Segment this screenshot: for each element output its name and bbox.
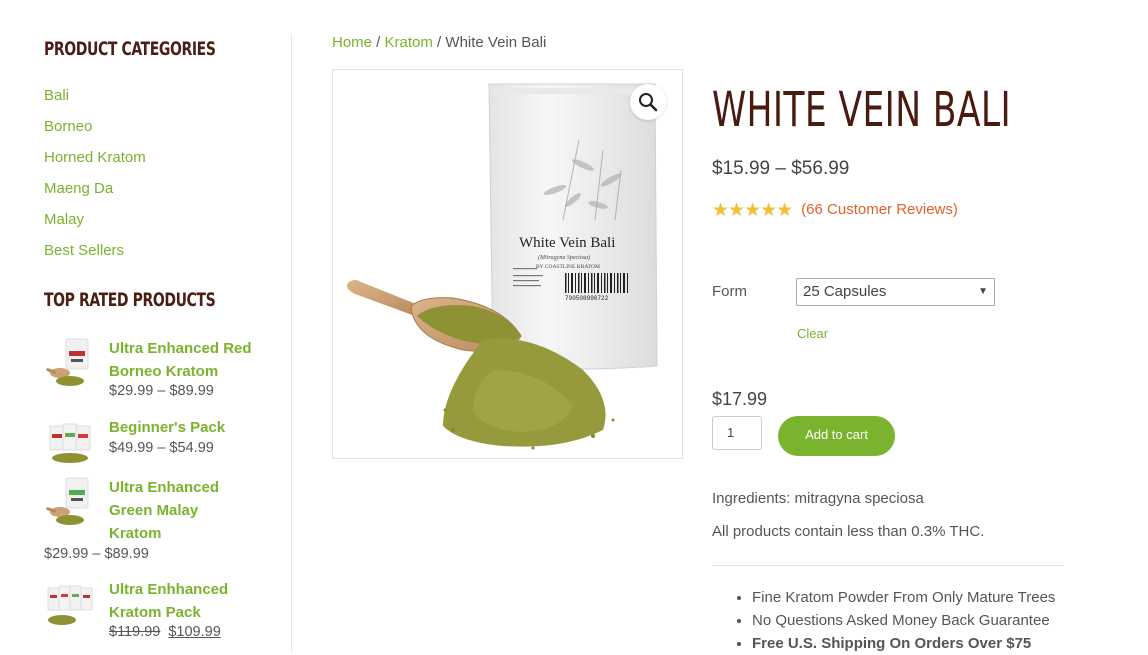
product-thumbnail[interactable] [44,337,96,389]
dropdown-arrow-icon: ▼ [978,286,988,297]
top-rated-price: $119.99 $109.99 [109,624,221,640]
variation-price: $17.99 [712,389,768,409]
categories-heading: PRODUCT CATEGORIES [44,38,216,60]
sidebar-divider [291,34,292,653]
top-rated-product-link[interactable]: Ultra Enhanced Green Malay Kratom [109,476,229,545]
ingredients-text: Ingredients: mitragyna speciosa [712,490,924,507]
product-rating: ★★★★★ (66 Customer Reviews) [712,199,958,222]
zoom-button[interactable] [630,84,666,120]
quantity-input[interactable]: 1 [712,416,762,450]
top-rated-price: $29.99 – $89.99 [44,546,149,562]
category-link-malay[interactable]: Malay [44,211,84,228]
top-rated-product-link[interactable]: Ultra Enhanced Red Borneo Kratom [109,337,269,383]
add-to-cart-button[interactable]: Add to cart [778,416,895,456]
top-rated-item: Ultra Enhanced Green Malay Kratom $29.99… [44,476,284,566]
product-thumbnail[interactable] [44,580,96,632]
star-rating-icon: ★★★★★ [712,200,793,221]
content-divider [712,565,1064,566]
feature-list: Fine Kratom Powder From Only Mature Tree… [712,586,1055,655]
bag-title: White Vein Bali [519,235,615,251]
bag-subtitle: (Mitragyna Speciosa) [538,254,590,261]
regular-price: $119.99 [109,624,161,640]
category-list: Bali Borneo Horned Kratom Maeng Da Malay… [44,86,146,272]
top-rated-product-link[interactable]: Beginner's Pack [109,416,269,439]
bag-barcode-number: 790508990722 [565,295,609,302]
bag-brand: BY COASTLINE KRATOM [536,264,600,270]
top-rated-item: Ultra Enhhanced Kratom Pack $119.99 $109.… [44,578,284,648]
category-link-maeng-da[interactable]: Maeng Da [44,180,113,197]
feature-item: No Questions Asked Money Back Guarantee [752,609,1055,632]
price-range: $15.99 – $56.99 [712,158,850,179]
breadcrumb-current: White Vein Bali [445,34,547,51]
thc-note: All products contain less than 0.3% THC. [712,523,985,540]
breadcrumb-separator: / [432,34,446,51]
form-select[interactable]: 25 Capsules ▼ [796,278,995,306]
category-link-best-sellers[interactable]: Best Sellers [44,242,124,259]
category-link-borneo[interactable]: Borneo [44,118,92,135]
breadcrumb: Home / Kratom / White Vein Bali [332,34,546,51]
feature-item: Fine Kratom Powder From Only Mature Tree… [752,586,1055,609]
breadcrumb-kratom-link[interactable]: Kratom [385,34,433,51]
category-link-bali[interactable]: Bali [44,87,69,104]
top-rated-product-link[interactable]: Ultra Enhhanced Kratom Pack [109,578,239,624]
form-select-value: 25 Capsules [803,283,887,300]
top-rated-price: $29.99 – $89.99 [109,383,214,399]
magnifier-icon [639,93,658,112]
top-rated-price: $49.99 – $54.99 [109,440,214,456]
category-link-horned-kratom[interactable]: Horned Kratom [44,149,146,166]
feature-item: Free U.S. Shipping On Orders Over $75 [752,632,1055,655]
top-rated-heading: TOP RATED PRODUCTS [44,289,216,311]
breadcrumb-home-link[interactable]: Home [332,34,372,51]
top-rated-item: Ultra Enhanced Red Borneo Kratom $29.99 … [44,337,284,407]
product-image[interactable]: White Vein Bali (Mitragyna Speciosa) BY … [332,69,683,459]
product-title: WHITE VEIN BALI [712,82,1011,138]
top-rated-item: Beginner's Pack $49.99 – $54.99 [44,416,284,466]
clear-link[interactable]: Clear [797,326,828,341]
sale-price: $109.99 [168,624,221,640]
product-thumbnail[interactable] [44,476,96,528]
reviews-link[interactable]: (66 Customer Reviews) [801,201,958,218]
form-label: Form [712,283,747,300]
breadcrumb-separator: / [372,34,385,51]
product-thumbnail[interactable] [44,418,96,470]
